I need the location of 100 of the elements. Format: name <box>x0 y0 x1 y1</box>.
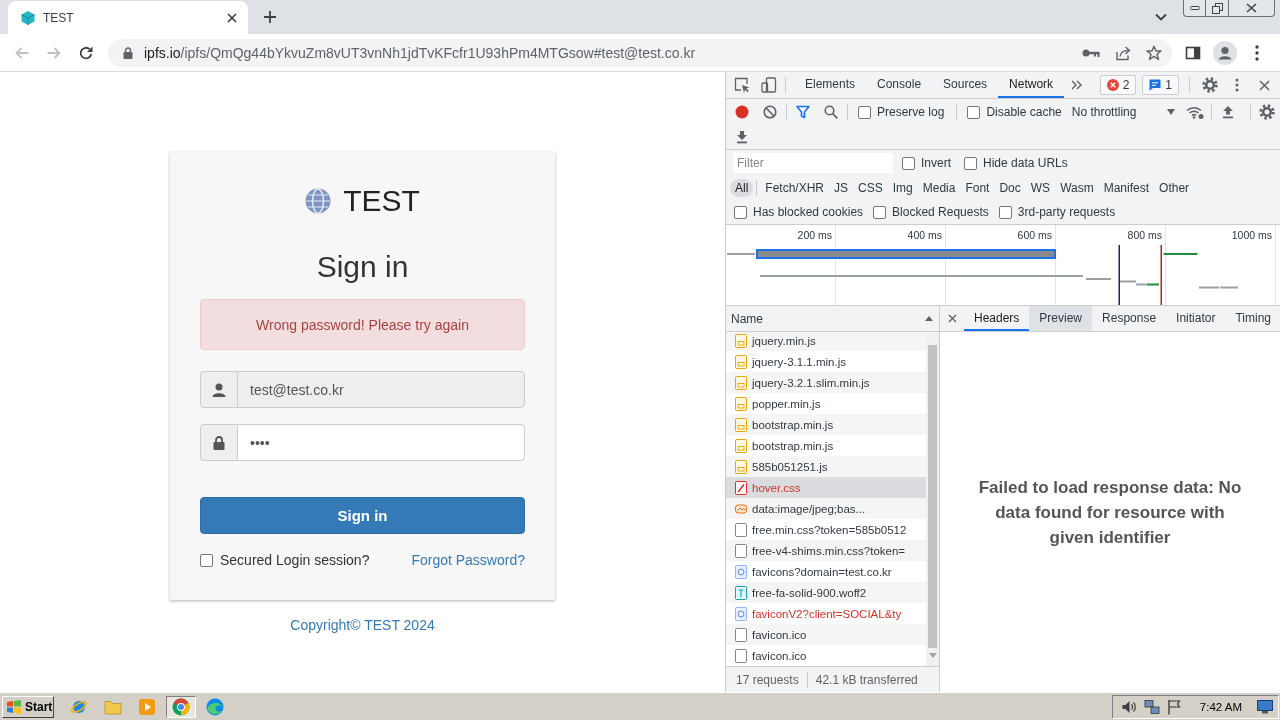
scrollbar-thumb[interactable] <box>928 345 937 648</box>
forgot-password-link[interactable]: Forgot Password? <box>411 552 525 568</box>
record-icon[interactable] <box>735 105 749 119</box>
more-icon[interactable] <box>1235 78 1239 92</box>
request-row[interactable]: faviconV2?client=SOCIAL&ty <box>726 603 926 624</box>
request-row[interactable]: free.min.css?token=585b0512 <box>726 519 926 540</box>
settings-icon[interactable] <box>1202 77 1218 93</box>
request-row[interactable]: bootstrap.min.js <box>726 414 926 435</box>
script-file-icon <box>735 396 747 411</box>
request-row[interactable]: free-fa-solid-900.woff2 <box>726 582 926 603</box>
timeline-bar <box>1086 278 1111 280</box>
password-field[interactable]: •••• <box>237 424 525 461</box>
filter-field[interactable]: Filter <box>733 153 893 173</box>
key-icon[interactable] <box>1082 47 1100 58</box>
detail-tab[interactable]: Timing <box>1225 306 1280 331</box>
type-filter[interactable]: WS <box>1025 179 1056 197</box>
request-name: hover.css <box>752 481 801 494</box>
type-filter[interactable]: JS <box>829 179 854 197</box>
type-filter[interactable]: Media <box>917 179 961 197</box>
option-checkbox[interactable] <box>734 205 747 219</box>
download-icon[interactable] <box>736 130 748 144</box>
side-panel-icon[interactable] <box>1185 44 1201 61</box>
message-count-badge[interactable]: 1 <box>1142 75 1179 95</box>
copyright-link[interactable]: Copyright© TEST 2024 <box>290 617 435 633</box>
minimize-button[interactable] <box>1183 0 1206 17</box>
clear-icon[interactable] <box>763 105 777 119</box>
flag-icon[interactable] <box>1166 698 1181 715</box>
share-icon[interactable] <box>1115 44 1131 61</box>
scrollbar[interactable] <box>926 332 939 666</box>
type-filter[interactable]: Manifest <box>1098 179 1155 197</box>
option-label: 3rd-party requests <box>1017 205 1116 219</box>
browser-icon[interactable] <box>166 695 196 718</box>
reload-icon[interactable] <box>78 44 94 61</box>
option-label: Invert <box>921 156 951 170</box>
speaker-icon[interactable] <box>1120 698 1137 715</box>
type-filter[interactable]: Wasm <box>1055 179 1099 197</box>
request-row[interactable]: jquery-3.2.1.slim.min.js <box>726 372 926 393</box>
menu-icon[interactable] <box>1255 44 1259 61</box>
panel-tab[interactable]: Elements <box>794 72 867 98</box>
request-row[interactable]: hover.css <box>726 477 926 498</box>
star-icon[interactable] <box>1146 44 1162 61</box>
plus-icon[interactable] <box>263 10 277 24</box>
browser-tab[interactable]: TEST <box>8 1 248 34</box>
name-column-header[interactable]: Name <box>731 311 763 326</box>
type-filter[interactable]: All <box>730 179 754 197</box>
throttling-select[interactable]: No throttling <box>1071 105 1175 119</box>
detail-tab[interactable]: Preview <box>1029 306 1093 331</box>
request-row[interactable]: jquery.min.js <box>726 332 926 351</box>
address-bar[interactable]: ipfs.io/ipfs/QmQg44bYkvuZm8vUT3vnNh1jdTvKFcfr1U93hPm4MTGsow#test@test.co.kr <box>108 38 1172 67</box>
close-icon[interactable] <box>947 314 957 323</box>
type-filter[interactable]: Img <box>887 179 918 197</box>
request-row[interactable]: bootstrap.min.js <box>726 435 926 456</box>
option-checkbox[interactable] <box>964 156 977 170</box>
panel-tab[interactable]: Console <box>866 72 933 98</box>
option-checkbox[interactable] <box>998 205 1012 219</box>
close-icon[interactable] <box>227 12 237 23</box>
panel-tab[interactable]: Sources <box>932 72 999 98</box>
upload-icon[interactable] <box>1221 105 1234 119</box>
request-row[interactable]: free-v4-shims.min.css?token= <box>726 540 926 561</box>
filter-icon[interactable] <box>796 105 810 119</box>
type-filter[interactable]: Other <box>1154 179 1195 197</box>
detail-tab[interactable]: Response <box>1092 306 1167 331</box>
option-checkbox[interactable] <box>858 105 871 119</box>
start-button[interactable]: Start <box>2 695 54 718</box>
device-icon[interactable] <box>761 77 777 93</box>
request-name: bootstrap.min.js <box>752 418 834 431</box>
request-row[interactable]: favicon.ico <box>726 624 926 645</box>
request-row[interactable]: 585b051251.js <box>726 456 926 477</box>
request-row[interactable]: popper.min.js <box>726 393 926 414</box>
request-row[interactable]: favicons?domain=test.co.kr <box>726 561 926 582</box>
search-icon[interactable] <box>824 105 838 119</box>
type-filter[interactable]: CSS <box>853 179 888 197</box>
network-icon[interactable] <box>1143 698 1160 715</box>
option-label: Blocked Requests <box>892 205 989 219</box>
type-filter[interactable]: Doc <box>994 179 1026 197</box>
show-desktop-icon[interactable] <box>1257 699 1273 714</box>
request-row[interactable]: data:image/jpeg;bas... <box>726 498 926 519</box>
type-filter[interactable]: Fetch/XHR <box>760 179 830 197</box>
option-checkbox[interactable] <box>902 156 915 170</box>
username-field[interactable]: test@test.co.kr <box>237 371 525 408</box>
request-row[interactable]: jquery-3.1.1.min.js <box>726 351 926 372</box>
close-icon[interactable] <box>1258 79 1270 91</box>
profile-icon[interactable] <box>1213 40 1237 65</box>
lock-icon <box>123 46 133 59</box>
close-window-button[interactable] <box>1229 0 1275 17</box>
request-row[interactable]: favicon.ico <box>726 645 926 666</box>
restore-button[interactable] <box>1206 0 1229 17</box>
detail-tab[interactable]: Initiator <box>1166 306 1226 331</box>
type-filter[interactable]: Font <box>960 179 995 197</box>
sign-in-button[interactable]: Sign in <box>200 497 525 534</box>
remember-checkbox[interactable] <box>200 553 213 567</box>
settings-icon[interactable] <box>1258 104 1275 120</box>
network-conditions-icon[interactable] <box>1185 105 1204 119</box>
double-chevron-icon[interactable] <box>1070 80 1082 90</box>
chevron-down-icon[interactable] <box>1155 13 1167 21</box>
option-checkbox[interactable] <box>967 105 981 119</box>
option-checkbox[interactable] <box>873 205 887 219</box>
globe-icon <box>305 188 332 214</box>
inspect-icon[interactable] <box>734 77 750 93</box>
error-count-badge[interactable]: 2 <box>1099 75 1137 95</box>
